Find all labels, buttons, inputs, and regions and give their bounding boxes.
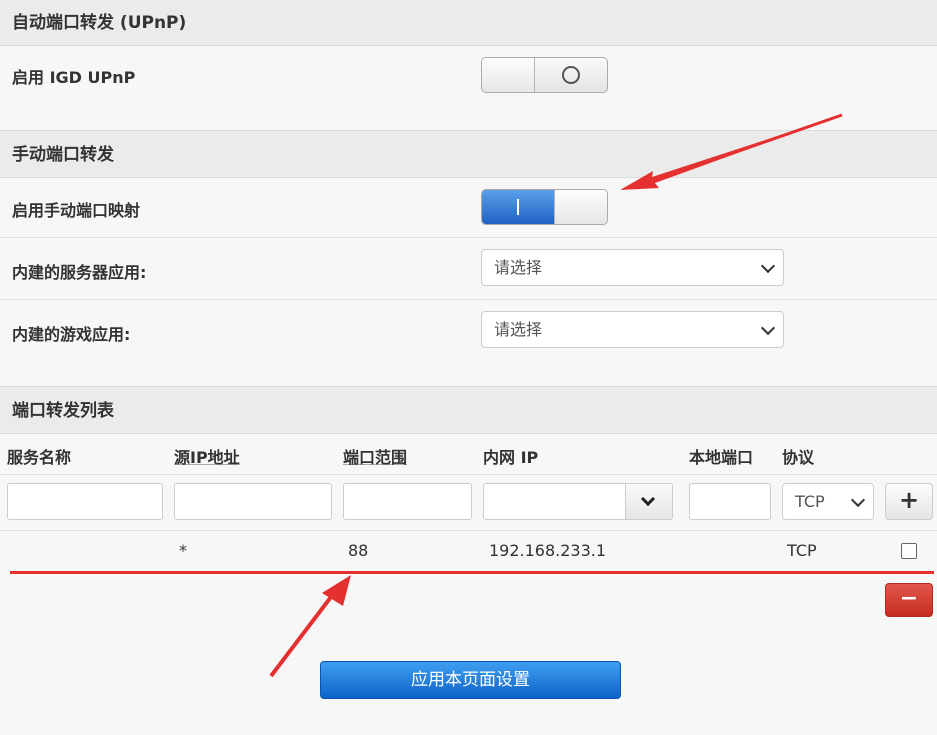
- chevron-down-icon: [640, 491, 656, 507]
- row-internal-ip: 192.168.233.1: [489, 541, 607, 560]
- manual-section-title: 手动端口转发: [12, 145, 114, 165]
- row-select-checkbox[interactable]: [901, 543, 917, 559]
- row-protocol: TCP: [787, 541, 817, 560]
- builtin-game-select[interactable]: 请选择: [481, 311, 784, 348]
- column-internal-ip: 内网 IP: [483, 448, 539, 467]
- protocol-select[interactable]: TCP: [782, 483, 874, 520]
- off-ring-icon: [562, 66, 580, 84]
- builtin-server-value: 请选择: [494, 258, 543, 277]
- upnp-section-title: 自动端口转发 (UPnP): [12, 13, 187, 33]
- switch-on-indicator: [482, 190, 554, 224]
- local-port-input[interactable]: [689, 483, 771, 520]
- on-bar-icon: [517, 199, 519, 215]
- enable-manual-mapping-label: 启用手动端口映射: [12, 201, 141, 220]
- builtin-server-label: 内建的服务器应用:: [12, 263, 147, 282]
- column-port-range[interactable]: 端口范围: [343, 444, 407, 468]
- builtin-game-label: 内建的游戏应用:: [12, 325, 131, 344]
- enable-manual-mapping-switch[interactable]: [481, 189, 608, 225]
- annotation-underline: [10, 571, 934, 574]
- annotation-arrows: [269, 113, 843, 678]
- chevron-down-icon: [760, 320, 776, 336]
- protocol-select-value: TCP: [795, 492, 825, 511]
- internal-ip-input[interactable]: [483, 483, 626, 520]
- add-rule-button[interactable]: +: [885, 483, 933, 520]
- switch-off-indicator: [535, 58, 607, 92]
- apply-settings-button[interactable]: 应用本页面设置: [320, 661, 621, 699]
- enable-igd-upnp-label: 启用 IGD UPnP: [12, 68, 136, 87]
- enable-igd-upnp-switch[interactable]: [481, 57, 608, 93]
- divider: [0, 237, 937, 238]
- builtin-game-value: 请选择: [494, 320, 543, 339]
- column-source-ip[interactable]: 源IP地址: [174, 444, 240, 468]
- divider: [0, 474, 937, 475]
- chevron-down-icon: [850, 492, 866, 508]
- upnp-section-header: 自动端口转发 (UPnP): [0, 0, 937, 46]
- row-source-ip: *: [179, 541, 187, 560]
- column-protocol: 协议: [782, 448, 815, 467]
- forward-list-header: 端口转发列表: [0, 386, 937, 434]
- internal-ip-dropdown-button[interactable]: [625, 483, 673, 520]
- switch-knob: [482, 58, 535, 92]
- column-local-port: 本地端口: [689, 448, 754, 467]
- row-port-range: 88: [348, 541, 369, 560]
- builtin-server-select[interactable]: 请选择: [481, 249, 784, 286]
- manual-section-header: 手动端口转发: [0, 130, 937, 178]
- service-name-input[interactable]: [7, 483, 163, 520]
- switch-knob: [554, 190, 607, 224]
- delete-rule-button[interactable]: −: [885, 583, 933, 617]
- port-range-input[interactable]: [343, 483, 472, 520]
- column-service-name: 服务名称: [7, 448, 72, 467]
- forward-list-title: 端口转发列表: [12, 401, 114, 421]
- divider: [0, 530, 937, 531]
- chevron-down-icon: [760, 258, 776, 274]
- divider: [0, 299, 937, 300]
- source-ip-input[interactable]: [174, 483, 332, 520]
